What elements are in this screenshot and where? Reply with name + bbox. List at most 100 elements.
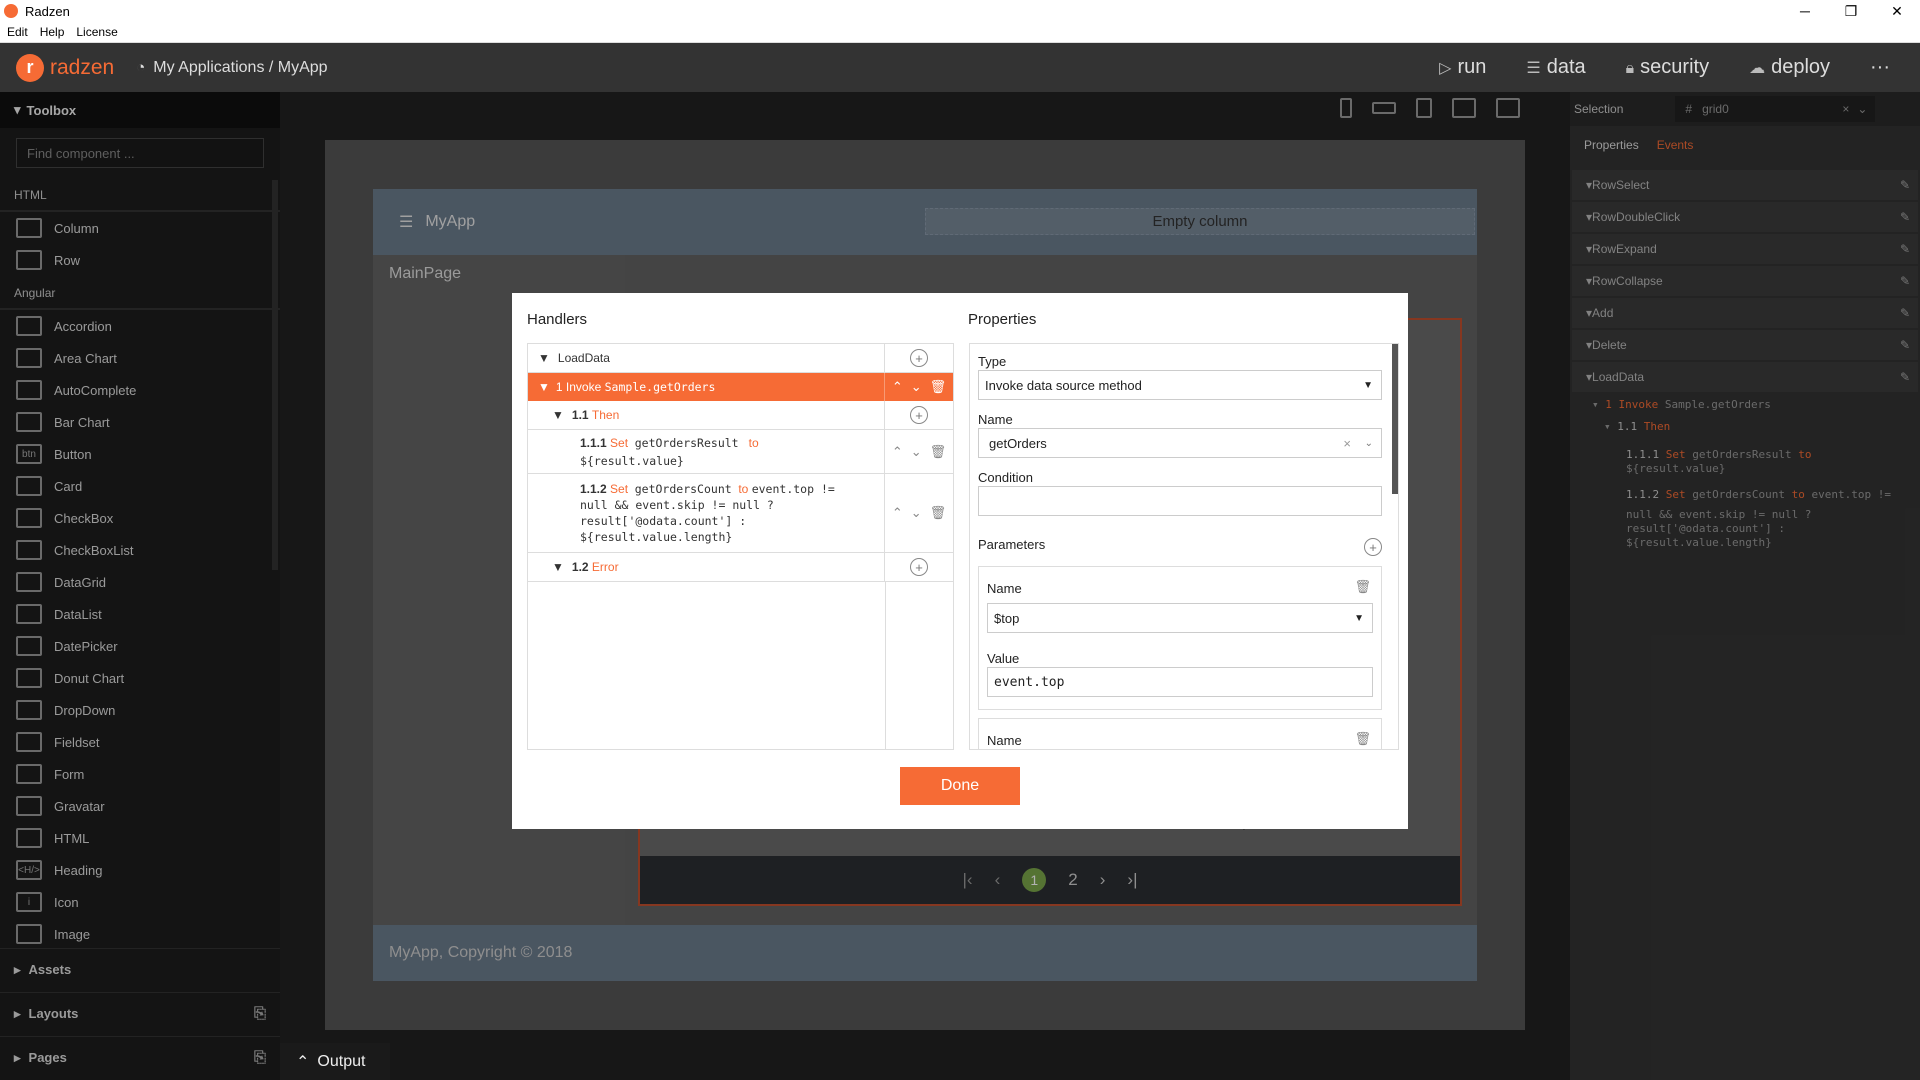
handler-num: 1.1.2 [580, 482, 607, 496]
caret-down-icon: ▼ [1354, 612, 1364, 624]
column-divider [885, 582, 886, 749]
top-bar: r radzen ◔ My Applications / MyApp ▷ run ☰ d… [0, 43, 1920, 92]
menu-help[interactable]: Help [40, 25, 65, 39]
more-button[interactable]: ··· [1870, 56, 1890, 79]
lock-icon: 🔒︎ [1625, 60, 1635, 77]
handler-error[interactable]: ▼ 1.2 Error + [528, 553, 953, 582]
add-parameter-icon[interactable]: + [1364, 538, 1382, 556]
name-select[interactable]: getOrders × ⌄ [978, 428, 1382, 458]
properties-scrollbar[interactable] [1392, 344, 1398, 494]
handler-set2[interactable]: 1.1.2 Set getOrdersCount to event.top !=… [528, 474, 953, 553]
handler-num: 1.1.1 [580, 435, 607, 450]
parameters-label: Parameters [978, 537, 1046, 552]
handler-val: result['@odata.count'] : [580, 514, 747, 528]
breadcrumb-text: My Applications / MyApp [153, 58, 328, 76]
caret-down-icon: ▼ [552, 408, 564, 422]
minimize-icon[interactable]: ─ [1782, 0, 1828, 22]
type-value: Invoke data source method [985, 377, 1142, 393]
top-nav: ▷ run ☰ data 🔒︎ security ☁ deploy ··· [1439, 43, 1890, 92]
move-up-icon[interactable]: ⌃ [892, 505, 903, 521]
trash-icon[interactable]: 🗑︎ [930, 505, 947, 521]
handler-kw: Invoke [565, 380, 602, 394]
data-icon: ☰ [1526, 60, 1541, 77]
clear-icon[interactable]: × [1343, 436, 1351, 451]
handler-val: ${result.value.length} [580, 530, 733, 544]
handler-then[interactable]: ▼ 1.1 Then + [528, 401, 953, 430]
condition-label: Condition [978, 470, 1033, 485]
move-up-icon[interactable]: ⌃ [892, 444, 903, 460]
brand[interactable]: r radzen [16, 53, 114, 82]
deploy-button[interactable]: ☁ deploy [1749, 56, 1830, 79]
handlers-title: Handlers [527, 311, 588, 328]
handler-root[interactable]: ▼ LoadData + [528, 344, 953, 373]
cloud-icon: ☁ [1749, 60, 1766, 77]
dashboard-icon: ◔ [136, 59, 146, 76]
param-name-label: Name [987, 581, 1022, 596]
handler-val: getOrdersCount [634, 482, 732, 496]
output-label: Output [317, 1052, 366, 1070]
properties-pane: Type Invoke data source method ▼ Name get… [969, 343, 1399, 750]
handler-set1[interactable]: 1.1.1 Set getOrdersResult to ${result.va… [528, 430, 953, 474]
type-label: Type [978, 354, 1007, 369]
menu-license[interactable]: License [76, 25, 117, 39]
handler-to: to [738, 482, 749, 496]
data-button[interactable]: ☰ data [1526, 56, 1585, 79]
move-down-icon[interactable]: ⌄ [911, 379, 922, 395]
radzen-logo-icon [4, 4, 18, 18]
root-label: LoadData [557, 351, 610, 365]
caret-down-icon: ▼ [552, 560, 564, 574]
parameter-card-2: Name 🗑︎ [978, 718, 1382, 749]
security-button[interactable]: 🔒︎ security [1626, 56, 1709, 79]
chevron-up-icon: ⌃ [296, 1053, 310, 1071]
handler-val: ${result.value} [580, 453, 684, 468]
type-select[interactable]: Invoke data source method ▼ [978, 370, 1382, 400]
event-handler-dialog: Handlers Properties ▼ LoadData + ▼ 1 Invok… [512, 293, 1408, 829]
handlers-pane: ▼ LoadData + ▼ 1 Invoke Sample.getOrders ⌃… [527, 343, 954, 750]
output-tab[interactable]: ⌃ Output [280, 1043, 390, 1080]
caret-down-icon: ▼ [538, 380, 550, 394]
close-icon[interactable]: ✕ [1874, 0, 1920, 22]
breadcrumb[interactable]: ◔ My Applications / MyApp [136, 59, 327, 77]
param-value-input[interactable]: event.top [987, 667, 1373, 697]
run-button[interactable]: ▷ run [1439, 56, 1486, 79]
restore-icon[interactable]: ❐ [1828, 0, 1874, 22]
add-icon[interactable]: + [910, 558, 928, 576]
chevron-down-icon: ⌄ [1364, 437, 1373, 449]
deploy-label: deploy [1771, 56, 1831, 78]
param-name-value: $top [994, 610, 1020, 626]
handler-val: event.top != [751, 482, 835, 496]
trash-icon[interactable]: 🗑︎ [930, 379, 947, 395]
run-icon: ▷ [1439, 60, 1452, 77]
trash-icon[interactable]: 🗑︎ [1354, 731, 1371, 747]
properties-title: Properties [968, 311, 1037, 328]
handler-kw: Set [610, 435, 629, 450]
handler-val: Sample.getOrders [604, 380, 716, 394]
handler-num: 1 [555, 380, 563, 394]
param-name-select[interactable]: $top ▼ [987, 603, 1373, 633]
handler-val: getOrdersResult [634, 435, 739, 450]
handler-kw: Then [591, 408, 620, 422]
add-icon[interactable]: + [910, 349, 928, 367]
trash-icon[interactable]: 🗑︎ [1354, 579, 1371, 595]
param-value-label: Value [987, 651, 1020, 666]
data-label: data [1546, 56, 1586, 78]
condition-input[interactable] [978, 486, 1382, 516]
move-down-icon[interactable]: ⌄ [911, 444, 922, 460]
parameter-card: Name 🗑︎ $top ▼ Value event.top [978, 566, 1382, 710]
param2-name-label: Name [987, 733, 1022, 748]
title-bar: Radzen ─ ❐ ✕ [0, 0, 1920, 22]
done-button[interactable]: Done [900, 767, 1020, 805]
add-icon[interactable]: + [910, 406, 928, 424]
menu-edit[interactable]: Edit [7, 25, 28, 39]
name-value: getOrders [989, 435, 1047, 451]
window-controls: ─ ❐ ✕ [1782, 0, 1920, 22]
handler-num: 1.1 [571, 408, 589, 422]
move-down-icon[interactable]: ⌄ [911, 505, 922, 521]
run-label: run [1457, 56, 1487, 78]
name-label: Name [978, 412, 1013, 427]
handler-invoke[interactable]: ▼ 1 Invoke Sample.getOrders ⌃ ⌄ 🗑︎ [528, 373, 953, 401]
move-up-icon[interactable]: ⌃ [892, 379, 903, 395]
handler-kw: Set [610, 482, 629, 496]
trash-icon[interactable]: 🗑︎ [930, 444, 947, 460]
handler-kw: Error [591, 560, 619, 574]
